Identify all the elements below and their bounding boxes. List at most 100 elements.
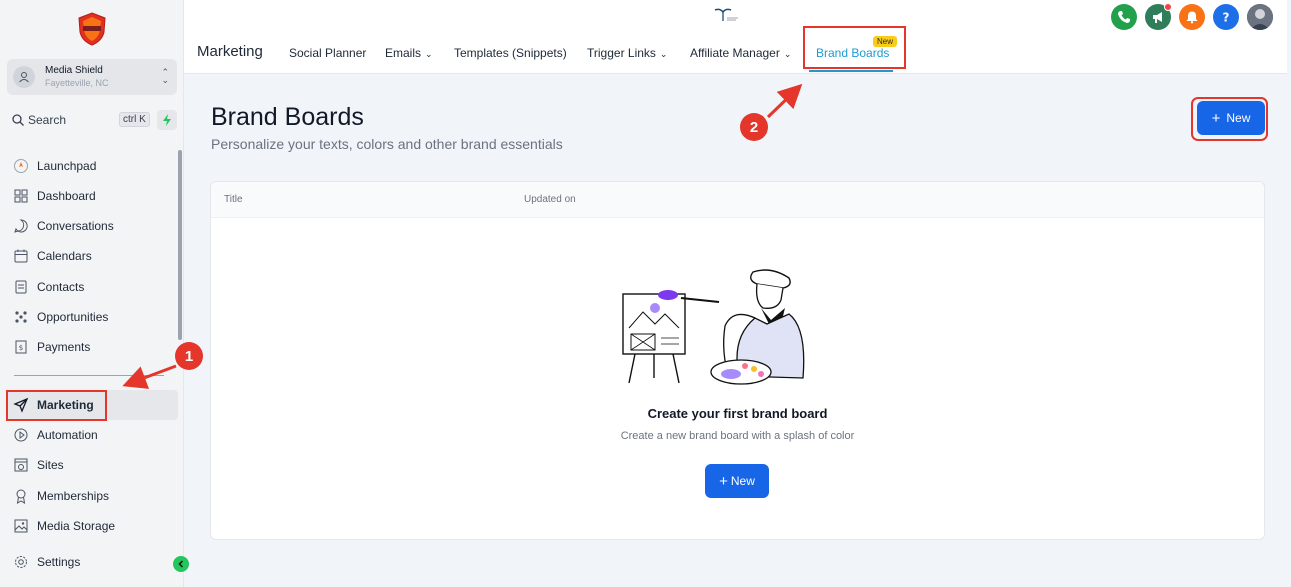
tab-social-planner[interactable]: Social Planner: [289, 46, 366, 60]
sidebar-item-label: Calendars: [37, 249, 92, 263]
sidebar-scrollbar[interactable]: [178, 150, 182, 340]
sidebar-item-launchpad[interactable]: Launchpad: [7, 151, 178, 181]
empty-state-subtitle: Create a new brand board with a splash o…: [620, 430, 855, 442]
sidebar-item-label: Dashboard: [37, 189, 96, 203]
tab-label: Templates (Snippets): [454, 46, 567, 60]
brand-boards-table: Title Updated on Create your first brand…: [210, 181, 1265, 540]
sidebar-item-calendars[interactable]: Calendars: [7, 241, 178, 271]
tab-label: Emails: [385, 46, 422, 60]
sidebar-item-opportunities[interactable]: Opportunities: [7, 302, 178, 332]
empty-state-illustration: [622, 269, 805, 385]
calendar-icon: [14, 249, 28, 263]
gear-icon: [15, 556, 27, 568]
sidebar-item-memberships[interactable]: Memberships: [7, 481, 178, 511]
sites-icon: [14, 458, 28, 472]
tab-label: Trigger Links: [587, 46, 656, 60]
bell-icon: [1186, 11, 1198, 24]
sidebar-item-settings[interactable]: Settings: [7, 547, 178, 577]
megaphone-icon: [1153, 12, 1162, 23]
help-icon: ?: [1223, 11, 1230, 25]
chevron-updown-icon: ⌃ ⌄: [161, 67, 169, 85]
chat-icon: [14, 219, 28, 233]
lightning-icon: [163, 114, 171, 126]
new-button-label: New: [730, 474, 755, 488]
sidebar-item-payments[interactable]: $ Payments: [7, 332, 178, 362]
tab-emails[interactable]: Emails ⌄: [385, 46, 433, 60]
sidebar-item-label: Launchpad: [37, 159, 97, 173]
create-brand-board-button[interactable]: + New: [705, 464, 769, 498]
sidebar-item-label: Media Storage: [37, 519, 116, 533]
plus-icon: +: [719, 472, 728, 490]
notification-dot: [1164, 3, 1172, 11]
sidebar-item-contacts[interactable]: Contacts: [7, 272, 178, 302]
automation-icon: [14, 428, 28, 442]
page-subtitle: Personalize your texts, colors and other…: [211, 136, 563, 152]
top-icon-group: ?: [1111, 3, 1273, 30]
notifications-button[interactable]: [1179, 4, 1205, 30]
dashboard-icon: [14, 189, 28, 203]
empty-state-title: Create your first brand board: [647, 406, 828, 421]
chevron-left-icon: [178, 560, 184, 568]
top-navigation: Marketing Social Planner Emails ⌄ Templat…: [184, 0, 1287, 74]
sidebar-item-media-storage[interactable]: Media Storage: [7, 511, 178, 541]
active-tab-indicator: [809, 70, 893, 72]
chevron-down-icon: ⌄: [659, 49, 668, 59]
sidebar-item-label: Sites: [37, 458, 64, 472]
company-logo[interactable]: [77, 12, 107, 46]
sidebar-item-label: Conversations: [37, 219, 114, 233]
sidebar-item-label: Automation: [37, 428, 98, 442]
user-avatar[interactable]: [1247, 4, 1273, 30]
chevron-down-icon: ⌄: [425, 49, 433, 59]
tab-label: Affiliate Manager: [690, 46, 780, 60]
sidebar-item-label: Opportunities: [37, 310, 109, 324]
sidebar-item-label: Contacts: [37, 280, 85, 294]
column-header-updated[interactable]: Updated on: [524, 194, 576, 205]
search-shortcut: ctrl K: [119, 112, 150, 127]
sidebar-item-label: Settings: [37, 555, 81, 569]
user-icon: [19, 72, 29, 83]
tab-trigger-links[interactable]: Trigger Links ⌄: [587, 46, 667, 60]
chevron-down-icon: ⌄: [783, 49, 792, 59]
help-button[interactable]: ?: [1213, 4, 1239, 30]
column-header-title[interactable]: Title: [224, 194, 243, 205]
sidebar-item-conversations[interactable]: Conversations: [7, 211, 178, 241]
search-bar: ctrl K: [7, 108, 177, 132]
tab-templates[interactable]: Templates (Snippets): [454, 46, 567, 60]
sidebar-item-sites[interactable]: Sites: [7, 450, 178, 480]
phone-icon: [1118, 11, 1130, 23]
badge-icon: [16, 489, 26, 504]
sidebar-item-label: Payments: [37, 340, 91, 354]
opportunities-icon: [15, 311, 27, 323]
announcements-button[interactable]: [1145, 3, 1172, 30]
quick-action-button[interactable]: [157, 110, 177, 130]
search-input[interactable]: [28, 113, 108, 127]
search-icon: [12, 114, 24, 126]
phone-button[interactable]: [1111, 4, 1137, 30]
account-avatar: [13, 66, 35, 88]
brand-mark-icon: [714, 8, 738, 21]
sidebar: Media Shield Fayetteville, NC ⌃⌄ ctrl K …: [0, 0, 189, 587]
page-title: Brand Boards: [211, 103, 364, 131]
step-1-marker: 1: [175, 342, 203, 370]
tab-affiliate-manager[interactable]: Affiliate Manager ⌄: [690, 46, 791, 60]
image-icon: [14, 519, 28, 533]
sidebar-item-label: Memberships: [37, 489, 110, 503]
sidebar-item-dashboard[interactable]: Dashboard: [7, 181, 178, 211]
arrow-to-brand-boards: [766, 83, 803, 119]
svg-text:$: $: [19, 344, 23, 352]
contacts-icon: [15, 280, 27, 294]
account-switcher[interactable]: Media Shield Fayetteville, NC ⌃ ⌄: [7, 59, 177, 95]
payments-icon: $: [15, 340, 27, 354]
section-title: Marketing: [197, 43, 263, 60]
account-location: Fayetteville, NC: [45, 78, 109, 88]
highlight-brand-boards: [803, 26, 906, 69]
sidebar-item-automation[interactable]: Automation: [7, 420, 178, 450]
highlight-new-button: [1191, 97, 1268, 141]
collapse-sidebar-button[interactable]: [173, 556, 189, 572]
table-header: Title Updated on: [211, 182, 1264, 218]
rocket-icon: [14, 159, 28, 173]
sidebar-divider: [14, 375, 164, 376]
tab-label: Social Planner: [289, 46, 367, 60]
account-name: Media Shield: [45, 65, 103, 76]
user-photo-icon: [1247, 4, 1273, 30]
